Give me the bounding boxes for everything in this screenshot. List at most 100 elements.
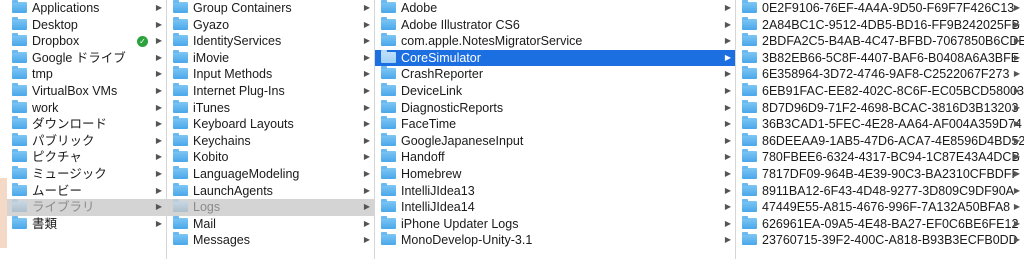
coresimulator-row[interactable]: 47449E55-A815-4676-996F-7A132A50BFA8 ▶ <box>736 199 1024 216</box>
coresimulator-row[interactable]: 3B82EB66-5C8F-4407-BAF6-B0408A6A3BFE ▶ <box>736 49 1024 67</box>
logs-row[interactable]: CrashReporter ▶ <box>375 66 735 83</box>
library-row[interactable]: iMovie ▶ <box>167 49 374 67</box>
sidebar-column[interactable]: Applications ▶ Desktop ▶ Dropbox ✓ ▶ Google ドライ… <box>0 0 167 259</box>
disclosure-arrow-icon: ▶ <box>724 3 731 12</box>
logs-row[interactable]: DeviceLink ▶ <box>375 82 735 100</box>
item-label: LanguageModeling <box>193 166 300 181</box>
sidebar-row[interactable]: VirtualBox VMs ▶ <box>0 82 166 100</box>
item-label: Dropbox <box>32 34 80 49</box>
disclosure-arrow-icon: ▶ <box>1013 119 1020 129</box>
logs-row[interactable]: CoreSimulator ▶ <box>375 49 735 67</box>
item-label: IntelliJIdea14 <box>401 200 475 215</box>
library-row[interactable]: Group Containers ▶ <box>167 0 374 17</box>
folder-icon <box>12 116 27 130</box>
folder-icon <box>12 82 27 96</box>
sidebar-row[interactable]: ピクチャ ▶ <box>0 149 166 166</box>
coresimulator-row[interactable]: 780FBEE6-6324-4317-BC94-1C87E43A4DCB ▶ <box>736 149 1024 166</box>
folder-icon <box>173 0 188 13</box>
library-row[interactable]: Keychains ▶ <box>167 132 374 150</box>
library-row[interactable]: LanguageModeling ▶ <box>167 165 374 183</box>
sidebar-row[interactable]: ミュージック ▶ <box>0 165 166 183</box>
item-label: ライブラリ <box>32 200 95 215</box>
sidebar-row[interactable]: ダウンロード ▶ <box>0 116 166 133</box>
sidebar-row[interactable]: ライブラリ ▶ <box>0 199 166 216</box>
sidebar-row[interactable]: Desktop ▶ <box>0 16 166 34</box>
disclosure-arrow-icon: ▶ <box>155 135 162 145</box>
sidebar-row[interactable]: パブリック ▶ <box>0 132 166 150</box>
disclosure-arrow-icon: ▶ <box>1013 152 1020 162</box>
sidebar-row[interactable]: Dropbox ✓ ▶ <box>0 33 166 50</box>
disclosure-arrow-icon: ▶ <box>363 85 370 95</box>
disclosure-arrow-icon: ▶ <box>1013 202 1020 212</box>
item-label: work <box>32 100 59 115</box>
logs-row[interactable]: DiagnosticReports ▶ <box>375 99 735 117</box>
logs-row[interactable]: IntelliJIdea14 ▶ <box>375 199 735 216</box>
logs-row[interactable]: IntelliJIdea13 ▶ <box>375 182 735 200</box>
disclosure-arrow-icon: ▶ <box>724 52 731 62</box>
library-column[interactable]: Group Containers ▶ Gyazo ▶ IdentityServices ▶… <box>167 0 375 259</box>
logs-row[interactable]: iPhone Updater Logs ▶ <box>375 215 735 233</box>
item-label: 8911BA12-6F43-4D48-9277-3D809C9DF90A <box>762 183 1015 198</box>
item-label: 7817DF09-964B-4E39-90C3-BA2310CFBDFF <box>762 166 1020 181</box>
coresimulator-row[interactable]: 23760715-39F2-400C-A818-B93B3ECFB0DD ▶ <box>736 232 1024 249</box>
library-row[interactable]: IdentityServices ▶ <box>167 33 374 50</box>
coresimulator-row[interactable]: 8911BA12-6F43-4D48-9277-3D809C9DF90A ▶ <box>736 182 1024 200</box>
sidebar-row[interactable]: Applications ▶ <box>0 0 166 17</box>
folder-icon <box>742 33 757 47</box>
logs-row[interactable]: Homebrew ▶ <box>375 165 735 183</box>
item-label: LaunchAgents <box>193 183 273 198</box>
item-label: 3B82EB66-5C8F-4407-BAF6-B0408A6A3BFE <box>762 50 1020 65</box>
library-row[interactable]: iTunes ▶ <box>167 99 374 117</box>
sidebar-row[interactable]: tmp ▶ <box>0 66 166 83</box>
coresimulator-column[interactable]: 0E2F9106-76EF-4A4A-9D50-F69F7F426C13 ▶ 2A8… <box>736 0 1024 259</box>
disclosure-arrow-icon: ▶ <box>155 102 162 112</box>
library-row[interactable]: Kobito ▶ <box>167 149 374 166</box>
logs-row[interactable]: com.apple.NotesMigratorService ▶ <box>375 33 735 50</box>
library-row[interactable]: Input Methods ▶ <box>167 66 374 83</box>
sidebar-row[interactable]: work ▶ <box>0 99 166 117</box>
folder-icon <box>12 16 27 30</box>
disclosure-arrow-icon: ▶ <box>724 235 731 245</box>
logs-row[interactable]: Adobe Illustrator CS6 ▶ <box>375 16 735 34</box>
sidebar-row[interactable]: Google ドライブ ▶ <box>0 49 166 67</box>
folder-icon <box>742 215 757 229</box>
coresimulator-row[interactable]: 7817DF09-964B-4E39-90C3-BA2310CFBDFF ▶ <box>736 165 1024 183</box>
coresimulator-row[interactable]: 6E358964-3D72-4746-9AF8-C2522067F273 ▶ <box>736 66 1024 83</box>
logs-row[interactable]: FaceTime ▶ <box>375 116 735 133</box>
sidebar-row[interactable]: ムービー ▶ <box>0 182 166 200</box>
coresimulator-row[interactable]: 2A84BC1C-9512-4DB5-BD16-FF9B242025FB ▶ <box>736 16 1024 34</box>
item-label: VirtualBox VMs <box>32 83 118 98</box>
coresimulator-row[interactable]: 626961EA-09A5-4E48-BA27-EF0C6BE6FE12 ▶ <box>736 215 1024 233</box>
folder-icon <box>381 116 396 130</box>
folder-icon <box>173 33 188 47</box>
coresimulator-row[interactable]: 2BDFA2C5-B4AB-4C47-BFBD-7067850B6CDE ▶ <box>736 33 1024 50</box>
logs-row[interactable]: GoogleJapaneseInput ▶ <box>375 132 735 150</box>
folder-icon <box>12 33 27 47</box>
library-row[interactable]: Logs ▶ <box>167 199 374 216</box>
disclosure-arrow-icon: ▶ <box>363 19 370 29</box>
library-row[interactable]: Messages ▶ <box>167 232 374 249</box>
logs-column[interactable]: Adobe ▶ Adobe Illustrator CS6 ▶ com.apple.No… <box>375 0 736 259</box>
sidebar-row[interactable]: 書類 ▶ <box>0 215 166 233</box>
coresimulator-row[interactable]: 86DEEAA9-1AB5-47D6-ACA7-4E8596D4BD52 ▶ <box>736 132 1024 150</box>
library-row[interactable]: Internet Plug-Ins ▶ <box>167 82 374 100</box>
library-row[interactable]: Keyboard Layouts ▶ <box>167 116 374 133</box>
folder-icon <box>381 232 396 246</box>
logs-row[interactable]: Handoff ▶ <box>375 149 735 166</box>
coresimulator-row[interactable]: 6EB91FAC-EE82-402C-8C6F-EC05BCD58003 ▶ <box>736 82 1024 100</box>
logs-row[interactable]: MonoDevelop-Unity-3.1 ▶ <box>375 232 735 249</box>
library-row[interactable]: Gyazo ▶ <box>167 16 374 34</box>
disclosure-arrow-icon: ▶ <box>724 168 731 178</box>
folder-icon <box>742 199 757 213</box>
item-label: 36B3CAD1-5FEC-4E28-AA64-AF004A359D74 <box>762 117 1022 132</box>
disclosure-arrow-icon: ▶ <box>155 168 162 178</box>
folder-icon <box>742 132 757 146</box>
item-label: 6E358964-3D72-4746-9AF8-C2522067F273 <box>762 67 1010 82</box>
item-label: Desktop <box>32 17 78 32</box>
library-row[interactable]: LaunchAgents ▶ <box>167 182 374 200</box>
library-row[interactable]: Mail ▶ <box>167 215 374 233</box>
coresimulator-row[interactable]: 8D7D96D9-71F2-4698-BCAC-3816D3B13203 ▶ <box>736 99 1024 117</box>
coresimulator-row[interactable]: 0E2F9106-76EF-4A4A-9D50-F69F7F426C13 ▶ <box>736 0 1024 17</box>
coresimulator-row[interactable]: 36B3CAD1-5FEC-4E28-AA64-AF004A359D74 ▶ <box>736 116 1024 133</box>
logs-row[interactable]: Adobe ▶ <box>375 0 735 17</box>
